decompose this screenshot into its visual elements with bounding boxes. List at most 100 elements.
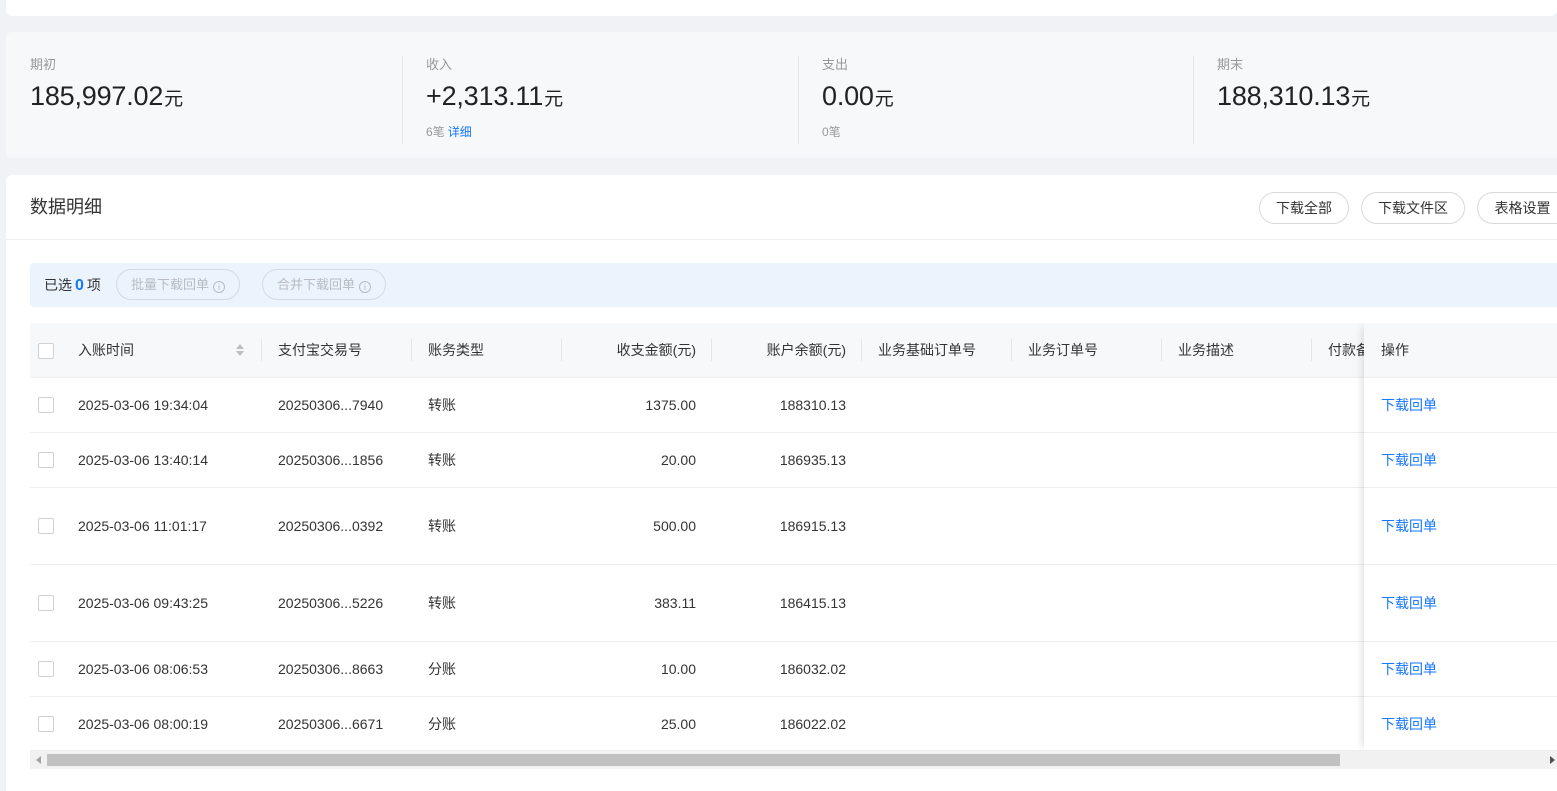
stat-amount: 188,310.13: [1217, 81, 1351, 111]
cell-amount: 1375.00: [645, 397, 696, 413]
cell-amount: 500.00: [653, 518, 696, 534]
column-separator[interactable]: [1011, 339, 1012, 361]
stat-value: 185,997.02元: [30, 80, 183, 116]
table-row: 2025-03-06 09:43:25 20250306...5226 转账 3…: [30, 565, 1557, 642]
column-separator[interactable]: [861, 339, 862, 361]
cell-trade-no: 20250306...8663: [278, 661, 384, 677]
cell-type: 分账: [428, 715, 456, 732]
stat-value: 0.00元: [822, 80, 894, 116]
select-all-checkbox[interactable]: [38, 342, 54, 359]
row-checkbox-cell: [38, 642, 54, 696]
table-settings-button[interactable]: 表格设置: [1477, 192, 1557, 224]
merge-download-label: 合并下载回单: [277, 277, 356, 292]
stat-unit: 元: [164, 89, 183, 110]
download-receipt-link[interactable]: 下载回单: [1381, 593, 1437, 613]
action-cell: 下载回单: [1364, 565, 1557, 642]
cell-type: 转账: [428, 518, 456, 534]
stat-income: 收入 +2,313.11元 6笔 详细: [426, 56, 563, 144]
column-header-time[interactable]: 入账时间: [78, 323, 134, 378]
row-checkbox-cell: [38, 488, 54, 564]
action-cell: 下载回单: [1364, 433, 1557, 488]
cell-amount: 20.00: [660, 452, 696, 468]
download-receipt-link[interactable]: 下载回单: [1381, 450, 1437, 470]
cell-balance: 186935.13: [779, 452, 846, 468]
column-separator[interactable]: [261, 339, 262, 361]
column-separator[interactable]: [1161, 339, 1162, 361]
cell-trade-no: 20250306...1856: [278, 452, 384, 468]
column-header-desc: 业务描述: [1178, 342, 1234, 358]
selected-count: 0: [75, 277, 84, 294]
cell-type: 转账: [428, 452, 456, 468]
selection-count: 已选 0 项: [44, 276, 101, 295]
cell-balance: 186032.02: [779, 661, 846, 677]
stat-sub: 0笔: [822, 124, 894, 140]
column-header-balance: 账户余额(元): [766, 342, 846, 358]
stat-divider: [798, 56, 799, 144]
cell-trade-no: 20250306...7940: [278, 397, 384, 413]
stat-label: 支出: [822, 57, 849, 72]
scroll-left-arrow-icon[interactable]: [36, 756, 41, 764]
stat-label: 期末: [1217, 57, 1244, 72]
selection-prefix: 已选: [44, 277, 72, 293]
column-header-action: 操作: [1364, 323, 1557, 378]
download-files-button[interactable]: 下载文件区: [1361, 192, 1465, 224]
scroll-right-arrow-icon[interactable]: [1550, 756, 1555, 764]
stat-amount: 0.00: [822, 81, 874, 111]
cell-time: 2025-03-06 08:06:53: [78, 661, 208, 677]
download-receipt-link[interactable]: 下载回单: [1381, 659, 1437, 679]
download-receipt-link[interactable]: 下载回单: [1381, 395, 1437, 415]
stat-closing: 期末 188,310.13元: [1217, 56, 1370, 144]
select-all-cell: [38, 323, 54, 378]
row-checkbox[interactable]: [38, 452, 54, 468]
scrollbar-thumb[interactable]: [47, 754, 1340, 766]
cell-amount: 10.00: [660, 661, 696, 677]
row-checkbox[interactable]: [38, 715, 54, 732]
cell-time: 2025-03-06 09:43:25: [78, 595, 208, 611]
column-header-base-order: 业务基础订单号: [878, 342, 976, 358]
cell-balance: 186022.02: [779, 715, 846, 732]
row-checkbox-cell: [38, 433, 54, 487]
row-checkbox[interactable]: [38, 661, 54, 677]
row-checkbox[interactable]: [38, 518, 54, 534]
batch-download-button[interactable]: 批量下载回单 i: [116, 269, 241, 300]
download-all-button[interactable]: 下载全部: [1259, 192, 1349, 224]
cell-type: 分账: [428, 661, 456, 677]
info-icon: i: [359, 281, 372, 293]
cell-amount: 25.00: [660, 715, 696, 732]
stat-expense: 支出 0.00元 0笔: [822, 56, 894, 144]
row-checkbox-cell: [38, 697, 54, 750]
income-detail-link[interactable]: 详细: [448, 125, 472, 139]
stat-count: 0笔: [822, 125, 841, 139]
download-receipt-link[interactable]: 下载回单: [1381, 516, 1437, 536]
merge-download-button[interactable]: 合并下载回单 i: [262, 269, 387, 300]
download-receipt-link[interactable]: 下载回单: [1381, 714, 1437, 734]
row-checkbox[interactable]: [38, 595, 54, 611]
stat-divider: [402, 56, 403, 144]
stat-count: 6笔: [426, 125, 445, 139]
balance-summary: 期初 185,997.02元 收入 +2,313.11元 6笔 详细 支出 0.0…: [6, 32, 1557, 158]
stat-value: +2,313.11元: [426, 80, 563, 116]
row-checkbox[interactable]: [38, 397, 54, 413]
cell-balance: 186915.13: [779, 518, 846, 534]
selection-suffix: 项: [86, 277, 101, 293]
action-cell: 下载回单: [1364, 697, 1557, 751]
stat-divider: [1193, 56, 1194, 144]
cell-trade-no: 20250306...6671: [278, 715, 384, 732]
sort-icon[interactable]: [235, 343, 245, 359]
action-cell: 下载回单: [1364, 378, 1557, 433]
section-title: 数据明细: [30, 197, 102, 217]
stat-unit: 元: [1351, 89, 1370, 110]
top-panel-edge: [6, 0, 1557, 16]
column-separator[interactable]: [1311, 339, 1312, 361]
cell-time: 2025-03-06 08:00:19: [78, 715, 208, 732]
stat-amount: +2,313.11: [426, 81, 544, 111]
row-checkbox-cell: [38, 565, 54, 641]
table-row: 2025-03-06 08:00:19 20250306...6671 分账 2…: [30, 697, 1557, 751]
cell-balance: 188310.13: [779, 397, 846, 413]
horizontal-scrollbar[interactable]: [30, 751, 1557, 769]
stat-unit: 元: [544, 89, 563, 110]
data-detail-panel: 数据明细 下载全部 下载文件区 表格设置 已选 0 项 批量下载回单 i 合并下载回单…: [6, 175, 1557, 791]
table-row: 2025-03-06 08:06:53 20250306...8663 分账 1…: [30, 642, 1557, 697]
column-header-amount: 收支金额(元): [616, 342, 696, 358]
column-separator[interactable]: [411, 339, 412, 361]
